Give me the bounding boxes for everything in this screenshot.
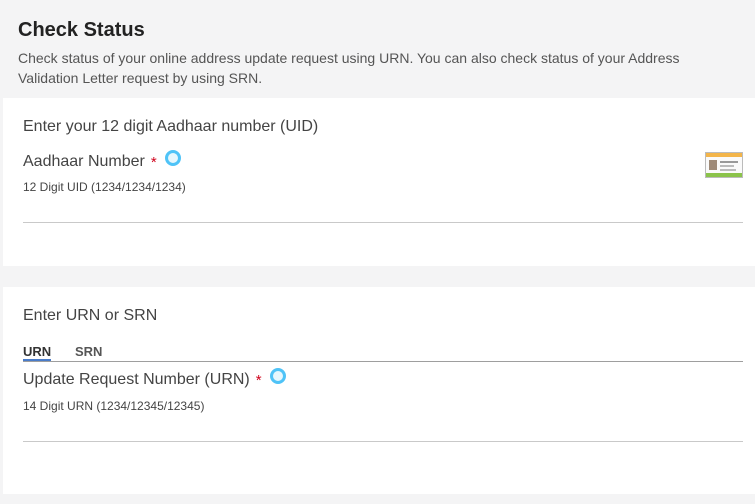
- tab-srn[interactable]: SRN: [75, 344, 102, 359]
- page-title: Check Status: [18, 19, 145, 41]
- info-circle-icon[interactable]: [164, 150, 181, 166]
- aadhaar-number-label: Aadhaar Number *: [23, 150, 181, 171]
- page-header: Check Status Check status of your online…: [0, 0, 755, 96]
- urn-section-heading: Enter URN or SRN: [23, 307, 158, 324]
- urn-input[interactable]: [23, 399, 743, 442]
- urn-srn-tabs: URN SRN: [23, 344, 743, 362]
- info-circle-icon[interactable]: [269, 368, 286, 384]
- urn-label-text: Update Request Number (URN): [23, 371, 250, 388]
- required-star: *: [255, 371, 262, 389]
- aadhaar-card-icon: [705, 152, 743, 178]
- aadhaar-number-input[interactable]: [23, 180, 743, 223]
- urn-label: Update Request Number (URN) *: [23, 368, 286, 389]
- uid-section-heading: Enter your 12 digit Aadhaar number (UID): [23, 118, 319, 135]
- aadhaar-number-label-text: Aadhaar Number: [23, 153, 145, 170]
- urn-card: Enter URN or SRN URN SRN Update Request …: [3, 287, 755, 494]
- tab-urn[interactable]: URN: [23, 344, 52, 361]
- required-star: *: [150, 153, 157, 171]
- uid-card: Enter your 12 digit Aadhaar number (UID)…: [3, 98, 755, 266]
- aadhaar-card-icon-graphic: [706, 153, 742, 177]
- page-description: Check status of your online address upda…: [18, 50, 680, 86]
